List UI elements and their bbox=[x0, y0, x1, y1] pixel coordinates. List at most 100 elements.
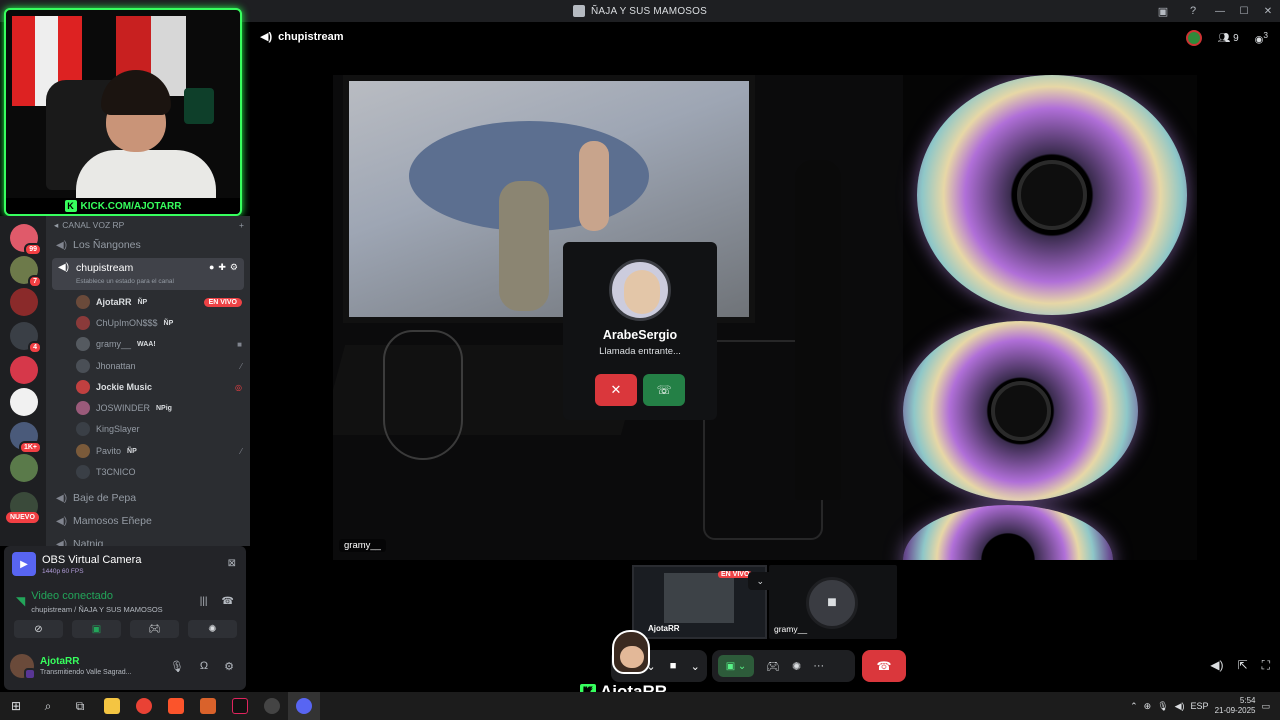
mention-badge: 99 bbox=[24, 243, 42, 256]
task-view-icon[interactable]: ⧉ bbox=[64, 692, 96, 720]
more-options-icon[interactable]: ··· bbox=[813, 660, 824, 672]
app-icon[interactable] bbox=[192, 692, 224, 720]
stage-header: ◀) chupistream bbox=[260, 30, 344, 44]
voice-channel[interactable]: ◀) Baje de Pepa bbox=[56, 488, 244, 508]
avatar bbox=[10, 654, 36, 680]
user-panel[interactable]: AjotaRR Transmitiendo Valle Sagrad... bbox=[10, 654, 131, 680]
voice-connection: ◥ Video conectado chupistream / ÑAJA Y S… bbox=[16, 590, 163, 614]
notification-icon[interactable]: ▭ bbox=[1261, 701, 1270, 712]
voice-member[interactable]: T3CNICO bbox=[76, 462, 242, 482]
voice-channel-active[interactable]: ◀) chupistream Establece un estado para … bbox=[52, 258, 244, 290]
server-icon[interactable] bbox=[10, 288, 38, 316]
window-title: ÑAJA Y SUS MAMOSOS bbox=[572, 5, 708, 17]
volume-icon[interactable]: ◀) bbox=[1210, 658, 1223, 673]
voice-member[interactable]: JOSWINDER NPig bbox=[76, 398, 242, 418]
soundboard-icon[interactable]: ✺ bbox=[792, 660, 801, 673]
activity-icon[interactable]: 🎮︎ bbox=[766, 660, 780, 673]
voice-member[interactable]: AjotaRR ÑP EN VIVO bbox=[76, 292, 242, 312]
voice-member[interactable]: ChUpImON$$$ ÑP bbox=[76, 313, 242, 333]
file-explorer-icon[interactable] bbox=[96, 692, 128, 720]
help-icon[interactable]: ? bbox=[1178, 0, 1208, 22]
screen-share-button[interactable]: ▣ ⌄ bbox=[718, 655, 754, 677]
camera-off-icon: ■ bbox=[806, 577, 858, 629]
mention-badge: 1K+ bbox=[18, 441, 42, 454]
microphone-icon[interactable]: 🎙︎ bbox=[170, 660, 184, 673]
headphones-icon[interactable]: Ω bbox=[200, 660, 208, 673]
live-badge[interactable]: EN VIVO bbox=[203, 297, 242, 307]
fullscreen-icon[interactable]: ⛶ bbox=[1262, 658, 1270, 673]
maximize-button[interactable]: ☐ bbox=[1232, 0, 1256, 22]
chrome-icon[interactable] bbox=[128, 692, 160, 720]
soundboard-button[interactable]: ✺ bbox=[188, 620, 237, 638]
avatar bbox=[76, 465, 90, 479]
category-header[interactable]: ◂ CANAL VOZ RP + bbox=[54, 220, 244, 231]
minimize-button[interactable]: — bbox=[1208, 0, 1232, 22]
voice-member[interactable]: KingSlayer bbox=[76, 419, 242, 439]
window-title-text: ÑAJA Y SUS MAMOSOS bbox=[590, 5, 708, 17]
server-folder-icon[interactable]: 4 bbox=[10, 322, 42, 354]
network-icon[interactable]: ⊕ bbox=[1144, 701, 1152, 712]
clock[interactable]: 5:54 21-09-2025 bbox=[1215, 696, 1256, 716]
server-icon[interactable]: 7 bbox=[10, 256, 42, 288]
volume-icon[interactable]: ◀) bbox=[1175, 701, 1185, 712]
kick-logo-icon: K bbox=[64, 200, 77, 212]
brave-icon[interactable] bbox=[160, 692, 192, 720]
discord-icon[interactable] bbox=[288, 692, 320, 720]
windows-start-icon[interactable]: ⊞ bbox=[0, 692, 32, 720]
chevron-down-icon[interactable]: ⌄ bbox=[756, 576, 764, 587]
server-folder-icon[interactable] bbox=[10, 454, 38, 482]
camera-source[interactable]: ▶ OBS Virtual Camera 1440p 60 FPS bbox=[12, 552, 141, 576]
video-stream[interactable]: gramy__ bbox=[333, 75, 1197, 560]
activity-avatar[interactable] bbox=[1185, 30, 1202, 46]
decline-call-button[interactable]: ✕ bbox=[595, 374, 637, 406]
server-icon[interactable] bbox=[10, 388, 38, 416]
participants-button[interactable]: 👥︎ 9 bbox=[1218, 33, 1239, 44]
voice-member[interactable]: Jockie Music ◎ bbox=[76, 377, 242, 397]
microphone-icon[interactable]: 🎙︎ bbox=[1157, 701, 1168, 712]
camera-toggle-button[interactable]: ⊘ bbox=[14, 620, 63, 638]
voice-member[interactable]: gramy__ WAA! ■ bbox=[76, 334, 242, 354]
close-button[interactable]: ✕ bbox=[1256, 0, 1280, 22]
server-rail: 99 7 4 1K+ bbox=[0, 216, 46, 546]
voice-channel[interactable]: ◀) Natnig bbox=[56, 534, 244, 546]
screen-share-button[interactable]: ▣ bbox=[72, 620, 121, 638]
voice-member[interactable]: Pavito ÑP ⁄ bbox=[76, 441, 242, 461]
new-badge[interactable]: NUEVO bbox=[6, 512, 39, 523]
voice-channel[interactable]: ◀) Mamosos Eñepe bbox=[56, 511, 244, 531]
activity-button[interactable]: ◉3 bbox=[1255, 30, 1268, 45]
speaker-icon: ◀) bbox=[56, 538, 68, 547]
server-icon[interactable]: 99 bbox=[10, 224, 42, 256]
voice-channel[interactable]: ◀) Los Ñangones bbox=[56, 235, 244, 255]
deafened-icon: ⁄ bbox=[240, 361, 242, 371]
avatar bbox=[76, 295, 90, 309]
mention-badge: 4 bbox=[28, 341, 42, 354]
add-channel-icon[interactable]: + bbox=[239, 220, 244, 231]
settings-icon[interactable]: ⚙ bbox=[224, 660, 234, 673]
language-indicator[interactable]: ESP bbox=[1191, 701, 1209, 711]
inbox-icon[interactable]: ▣ bbox=[1148, 0, 1178, 22]
invite-icon[interactable]: ✚ bbox=[218, 262, 226, 273]
disconnect-button[interactable]: ☎ bbox=[862, 650, 906, 682]
settings-icon[interactable]: ⚙ bbox=[230, 262, 238, 273]
chevron-up-icon[interactable]: ⌃ bbox=[1130, 701, 1138, 712]
noise-suppression-icon[interactable]: ||| bbox=[200, 596, 208, 607]
tiktok-icon[interactable] bbox=[224, 692, 256, 720]
server-icon[interactable] bbox=[10, 356, 38, 384]
voice-member[interactable]: Jhonattan ⁄ bbox=[76, 356, 242, 376]
popout-icon[interactable]: ⇱ bbox=[1238, 658, 1248, 673]
windows-taskbar: ⊞ ⌕ ⧉ ⌃ ⊕ 🎙︎ ◀) ESP 5:54 21-09-2025 ▭ bbox=[0, 692, 1280, 720]
participant-tile[interactable]: ■ gramy__ bbox=[769, 565, 897, 639]
disconnect-icon[interactable]: ☎ bbox=[222, 596, 234, 607]
channel-status[interactable]: Establece un estado para el canal bbox=[76, 278, 174, 285]
accept-call-button[interactable]: ☏ bbox=[643, 374, 685, 406]
server-folder-icon[interactable]: 1K+ bbox=[10, 422, 42, 454]
rgb-fan-image bbox=[917, 75, 1187, 315]
activity-button[interactable]: 🎮︎ bbox=[130, 620, 179, 638]
search-icon[interactable]: ⌕ bbox=[32, 692, 64, 720]
obs-icon[interactable] bbox=[256, 692, 288, 720]
chat-icon[interactable]: ● bbox=[209, 262, 214, 273]
camera-icon: ▶ bbox=[12, 552, 36, 576]
kick-url-label: K KICK.COM/AJOTARR bbox=[6, 198, 240, 214]
avatar bbox=[76, 337, 90, 351]
stop-stream-icon[interactable]: ⊠ bbox=[228, 558, 236, 569]
